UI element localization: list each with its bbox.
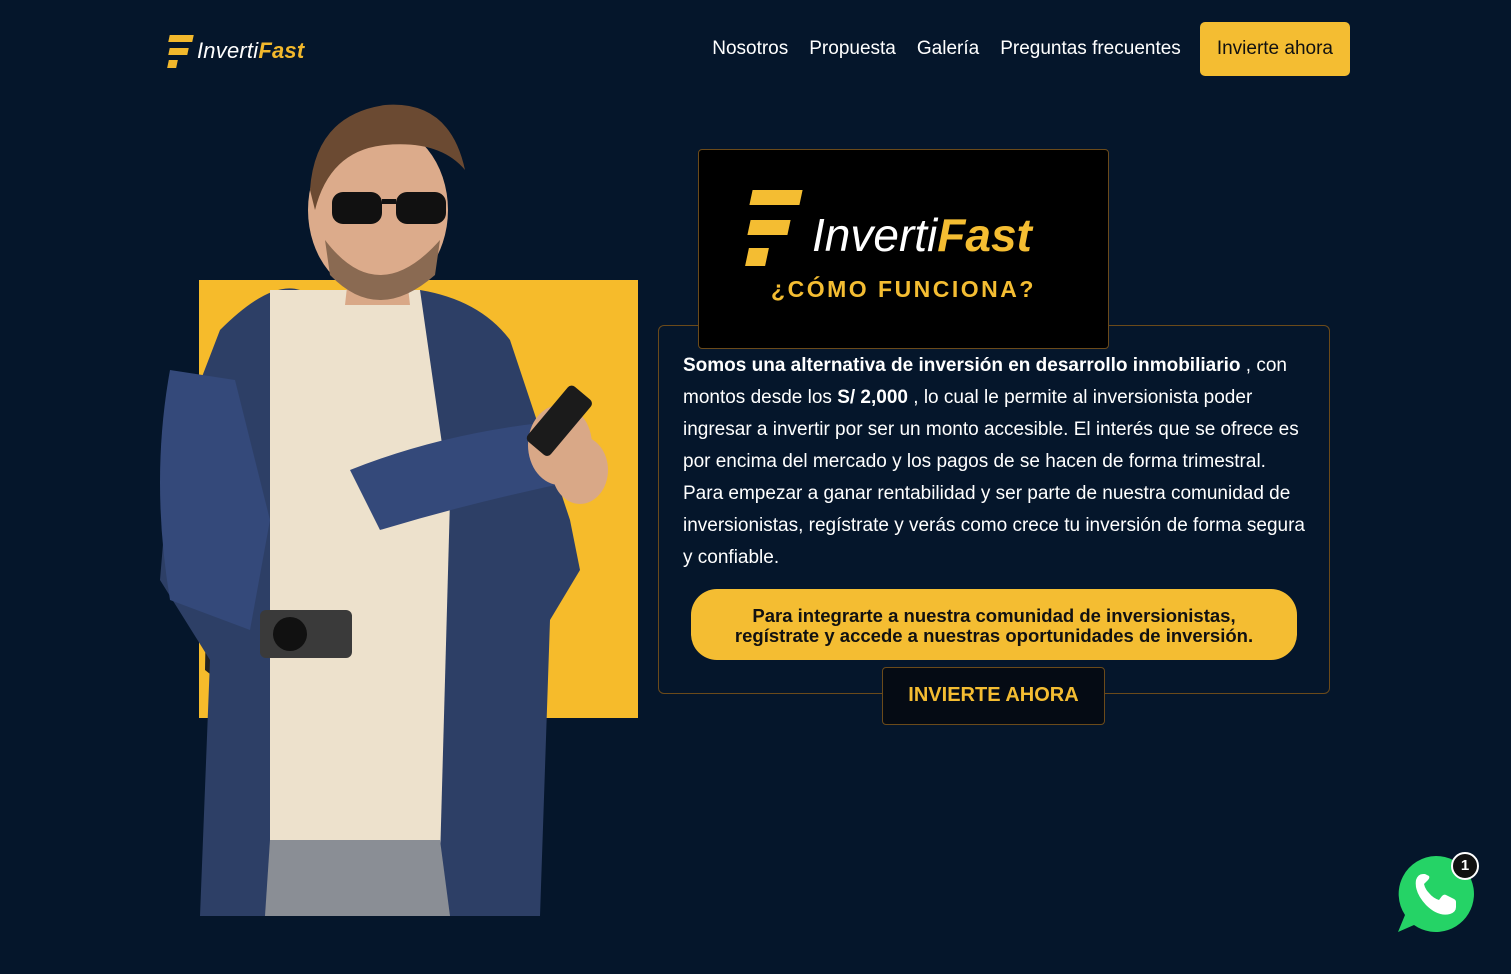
site-logo[interactable]: InvertiFast [165,32,304,70]
section-heading: ¿CÓMO FUNCIONA? [771,276,1036,302]
notification-badge: 1 [1451,852,1479,880]
join-community-banner[interactable]: Para integrarte a nuestra comunidad de i… [691,589,1297,660]
how-it-works-logo-card: InvertiFast ¿CÓMO FUNCIONA? [698,149,1109,349]
join-line-1: Para integrarte a nuestra comunidad de i… [752,604,1236,626]
main-nav: Nosotros Propuesta Galería Preguntas fre… [691,22,1350,76]
logo-wordmark: InvertiFast [812,209,1032,261]
hero-person-image [160,104,608,916]
nav-item-propuesta[interactable]: Propuesta [809,38,896,60]
nav-item-nosotros[interactable]: Nosotros [712,38,788,60]
info-card: Somos una alternativa de inversión en de… [658,325,1330,694]
logo-mark-icon [165,33,194,69]
nav-item-faq[interactable]: Preguntas frecuentes [1000,38,1181,60]
logo-wordmark: InvertiFast [197,38,305,63]
min-amount: S/ 2,000 [837,387,908,408]
intro-paragraph: Somos una alternativa de inversión en de… [683,350,1311,574]
logo-mark-icon [741,190,803,270]
invest-now-button[interactable]: INVIERTE AHORA [882,667,1105,725]
invest-now-nav-button[interactable]: Invierte ahora [1199,22,1350,76]
join-line-2: regístrate y accede a nuestras oportunid… [734,624,1254,646]
intro-text-continued: , lo cual le permite al inversionista po… [683,387,1305,568]
nav-item-galeria[interactable]: Galería [917,38,979,60]
intro-bold: Somos una alternativa de inversión en de… [683,355,1241,376]
